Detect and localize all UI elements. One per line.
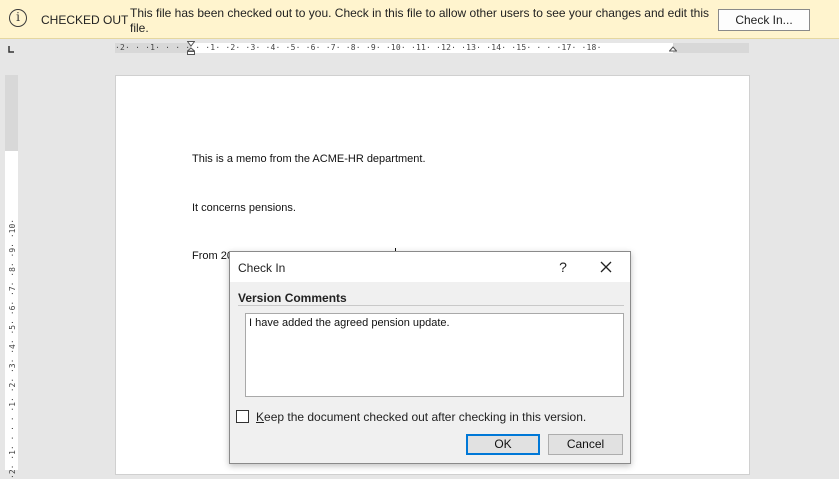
vertical-ruler[interactable]: ·2· ·1· · · · ·1· ·2· ·3· ·4· ·5· ·6· ·7… <box>5 75 18 479</box>
horizontal-ruler[interactable]: ·2· · ·1· · · · · ·1· ·2· ·3· ·4· ·5· ·6… <box>115 43 749 53</box>
tab-selector-icon[interactable] <box>6 44 16 54</box>
version-comments-input[interactable]: I have added the agreed pension update. <box>245 313 624 397</box>
info-icon: i <box>9 9 27 27</box>
help-button[interactable]: ? <box>556 259 570 275</box>
dialog-titlebar[interactable]: Check In ? <box>230 252 630 282</box>
keep-checked-out-checkbox[interactable] <box>236 410 249 423</box>
infobar-message: This file has been checked out to you. C… <box>130 6 709 35</box>
section-divider <box>238 305 624 306</box>
vertical-ruler-tick-labels: ·2· ·1· · · · ·1· ·2· ·3· ·4· ·5· ·6· ·7… <box>8 218 17 479</box>
ok-button[interactable]: OK <box>466 434 540 455</box>
version-comments-label: Version Comments <box>238 291 347 305</box>
check-in-dialog: Check In ? Version Comments I have added… <box>229 251 631 464</box>
infobar-title: CHECKED OUT <box>41 13 129 27</box>
document-paragraph[interactable]: It concerns pensions. <box>192 202 296 214</box>
document-paragraph[interactable]: From 20 <box>192 250 233 262</box>
infobar-check-in-button[interactable]: Check In... <box>718 9 810 31</box>
dialog-title: Check In <box>238 261 286 275</box>
ruler-tick-labels: ·2· · ·1· · · · · ·1· ·2· ·3· ·4· ·5· ·6… <box>115 43 602 52</box>
cancel-button[interactable]: Cancel <box>548 434 623 455</box>
keep-checked-out-text: eep the document checked out after check… <box>264 410 587 424</box>
right-indent-marker-icon[interactable] <box>669 41 677 55</box>
document-paragraph[interactable]: This is a memo from the ACME-HR departme… <box>192 153 426 165</box>
access-key-letter: K <box>256 410 265 424</box>
left-indent-marker-icon[interactable] <box>187 41 195 55</box>
keep-checked-out-label[interactable]: Keep the document checked out after chec… <box>256 410 586 424</box>
close-icon[interactable] <box>598 259 614 275</box>
checked-out-infobar: i CHECKED OUT This file has been checked… <box>0 0 839 39</box>
